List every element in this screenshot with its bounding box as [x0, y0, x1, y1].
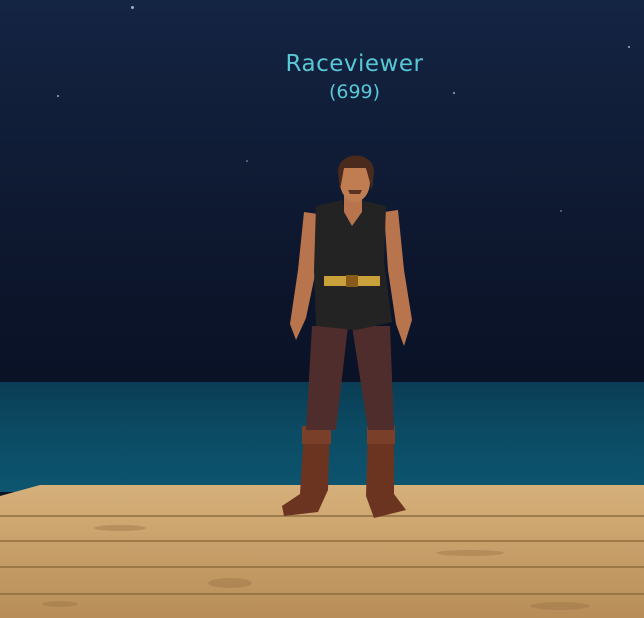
- legs: [306, 326, 394, 430]
- game-viewport: Raceviewer (699): [0, 0, 644, 618]
- boots: [282, 426, 406, 518]
- npc-character[interactable]: [0, 0, 644, 618]
